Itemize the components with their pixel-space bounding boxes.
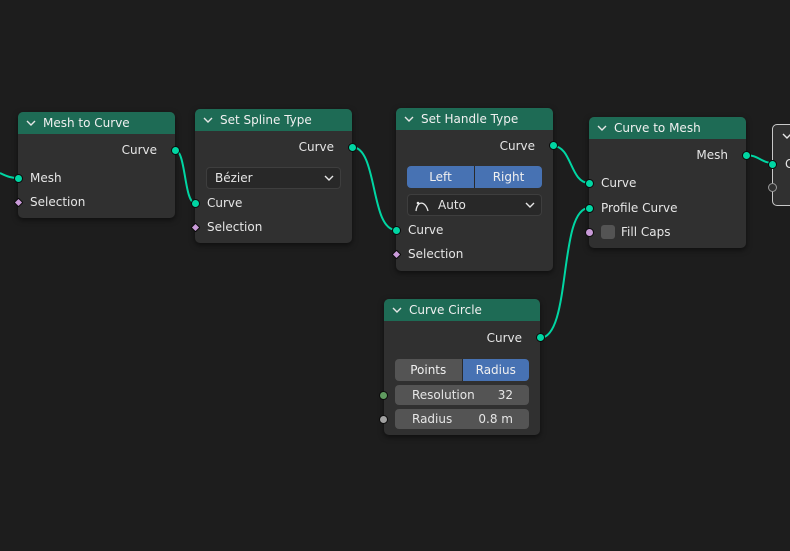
resolution-input-socket[interactable] — [379, 391, 388, 400]
mesh-input-socket[interactable] — [14, 174, 23, 183]
handle-auto-icon — [415, 201, 429, 212]
input-row: Selection — [195, 217, 352, 237]
input-row: Selection — [396, 244, 553, 264]
input-row: Profile Curve — [589, 198, 746, 218]
curve-input-socket[interactable] — [191, 199, 200, 208]
resolution-field[interactable]: Resolution 32 — [395, 385, 529, 405]
node-header[interactable]: Curve Circle — [384, 299, 540, 321]
input-row: Mesh — [18, 168, 175, 188]
spline-type-dropdown[interactable]: Bézier — [206, 167, 341, 189]
output-row: Curve — [195, 137, 352, 157]
node-title: Mesh to Curve — [43, 116, 130, 130]
handle-type-dropdown[interactable]: Auto — [407, 194, 542, 216]
selection-input-label: Selection — [408, 247, 464, 261]
output-row: Mesh — [589, 145, 746, 165]
mesh-output-socket[interactable] — [742, 151, 751, 160]
node-header[interactable]: Set Handle Type — [396, 108, 553, 130]
curve-input-label: Curve — [408, 223, 444, 237]
node-mesh-to-curve[interactable]: Mesh to Curve Curve Mesh Selection — [13, 112, 180, 218]
resolution-label: Resolution — [412, 388, 475, 402]
radius-mode-button[interactable]: Radius — [461, 359, 529, 381]
geometry-input-socket[interactable] — [768, 160, 777, 169]
partial-node-label: G — [785, 157, 790, 171]
node-curve-to-mesh[interactable]: Curve to Mesh Mesh Curve Profile Curve F… — [585, 117, 751, 248]
fill-caps-checkbox[interactable] — [601, 225, 615, 239]
handle-type-value: Auto — [438, 198, 466, 212]
output-row: Curve — [18, 140, 175, 160]
node-curve-circle[interactable]: Curve Circle Curve Points Radius Resolut… — [379, 299, 545, 435]
output-label: Mesh — [696, 148, 728, 162]
radius-field[interactable]: Radius 0.8 m — [395, 409, 529, 429]
link-spline-to-handle — [351, 146, 397, 231]
partial-node[interactable]: G — [768, 124, 790, 206]
radius-value: 0.8 m — [478, 412, 513, 426]
spline-type-value: Bézier — [215, 171, 253, 185]
mesh-input-label: Mesh — [30, 171, 62, 185]
node-set-handle-type[interactable]: Set Handle Type Curve Left Right Auto Cu… — [391, 108, 558, 271]
input-row: Fill Caps — [589, 222, 746, 242]
radius-input-socket[interactable] — [379, 415, 388, 424]
node-title: Curve to Mesh — [614, 121, 701, 135]
curve-input-label: Curve — [601, 176, 637, 190]
mode-toggle: Points Radius — [395, 359, 529, 381]
input-row: Selection — [18, 192, 175, 212]
node-header[interactable]: Mesh to Curve — [18, 112, 175, 134]
node-title: Set Handle Type — [421, 112, 519, 126]
chevron-down-icon — [324, 175, 334, 181]
output-row: Curve — [384, 328, 540, 348]
profile-curve-input-label: Profile Curve — [601, 201, 678, 215]
chevron-down-icon[interactable] — [597, 123, 607, 133]
curve-input-socket[interactable] — [585, 179, 594, 188]
input-row: Curve — [396, 220, 553, 240]
output-label: Curve — [298, 140, 334, 154]
curve-output-socket[interactable] — [549, 141, 558, 150]
chevron-down-icon[interactable] — [26, 118, 36, 128]
output-label: Curve — [121, 143, 157, 157]
chevron-down-icon — [782, 133, 790, 139]
selection-input-label: Selection — [30, 195, 86, 209]
chevron-down-icon[interactable] — [404, 114, 414, 124]
profile-curve-input-socket[interactable] — [585, 204, 594, 213]
curve-input-socket[interactable] — [392, 226, 401, 235]
node-header[interactable]: Curve to Mesh — [589, 117, 746, 139]
resolution-value: 32 — [497, 388, 513, 402]
chevron-down-icon[interactable] — [392, 305, 402, 315]
left-button[interactable]: Left — [407, 166, 474, 188]
curve-output-socket[interactable] — [348, 143, 357, 152]
side-toggle: Left Right — [407, 166, 542, 188]
curve-output-socket[interactable] — [536, 333, 545, 342]
output-row: Curve — [396, 136, 553, 156]
fill-caps-input-socket[interactable] — [585, 228, 594, 237]
points-button[interactable]: Points — [395, 359, 462, 381]
node-header[interactable]: Set Spline Type — [195, 109, 352, 131]
right-button[interactable]: Right — [474, 166, 542, 188]
node-title: Set Spline Type — [220, 113, 312, 127]
input-row: Curve — [195, 193, 352, 213]
fill-caps-label: Fill Caps — [621, 225, 671, 239]
link-handle-to-curve-to-mesh — [552, 145, 590, 184]
node-set-spline-type[interactable]: Set Spline Type Curve Bézier Curve Selec… — [190, 109, 357, 243]
curve-input-label: Curve — [207, 196, 243, 210]
input-row: Curve — [589, 173, 746, 193]
selection-input-label: Selection — [207, 220, 263, 234]
output-label: Curve — [499, 139, 535, 153]
output-label: Curve — [486, 331, 522, 345]
node-title: Curve Circle — [409, 303, 482, 317]
chevron-down-icon[interactable] — [203, 115, 213, 125]
radius-label: Radius — [412, 412, 453, 426]
link-mesh-to-curve-to-spline — [174, 149, 196, 204]
empty-input-socket[interactable] — [768, 183, 777, 192]
node-links — [0, 145, 773, 339]
chevron-down-icon — [525, 202, 535, 208]
curve-output-socket[interactable] — [171, 146, 180, 155]
